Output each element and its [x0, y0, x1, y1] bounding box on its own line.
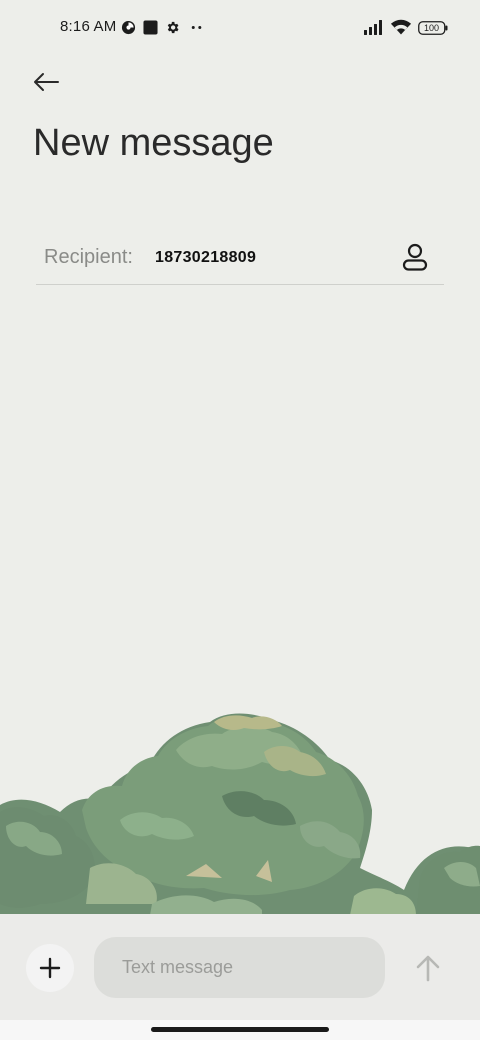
home-indicator[interactable] [151, 1027, 329, 1032]
navigation-bar [0, 1020, 480, 1040]
back-arrow-icon [34, 73, 59, 91]
battery-icon: 100 [418, 21, 448, 35]
battery-level: 100 [423, 23, 440, 33]
settings-gear-icon [167, 21, 179, 34]
add-attachment-button[interactable] [26, 944, 74, 992]
send-button[interactable] [410, 950, 446, 986]
back-button[interactable] [26, 62, 66, 102]
more-notifications-icon [191, 26, 202, 29]
status-bar: 8:16 AM 100 [0, 0, 480, 56]
send-arrow-icon [416, 955, 440, 982]
plus-icon [39, 957, 61, 979]
message-input-container[interactable] [94, 937, 385, 998]
data-saver-icon [121, 20, 136, 35]
status-time: 8:16 AM [60, 18, 117, 35]
recipient-label: Recipient: [44, 246, 133, 268]
person-icon [402, 243, 428, 271]
square-notification-icon [143, 20, 158, 35]
recipient-input[interactable] [155, 249, 375, 267]
message-input[interactable] [122, 937, 372, 998]
select-contact-button[interactable] [400, 242, 430, 272]
wifi-icon [390, 19, 412, 35]
message-composer [0, 914, 480, 1020]
tree-wallpaper-illustration [0, 713, 480, 915]
recipient-field[interactable]: Recipient: [36, 232, 444, 285]
signal-icon [364, 20, 382, 35]
page-title: New message [33, 122, 274, 164]
